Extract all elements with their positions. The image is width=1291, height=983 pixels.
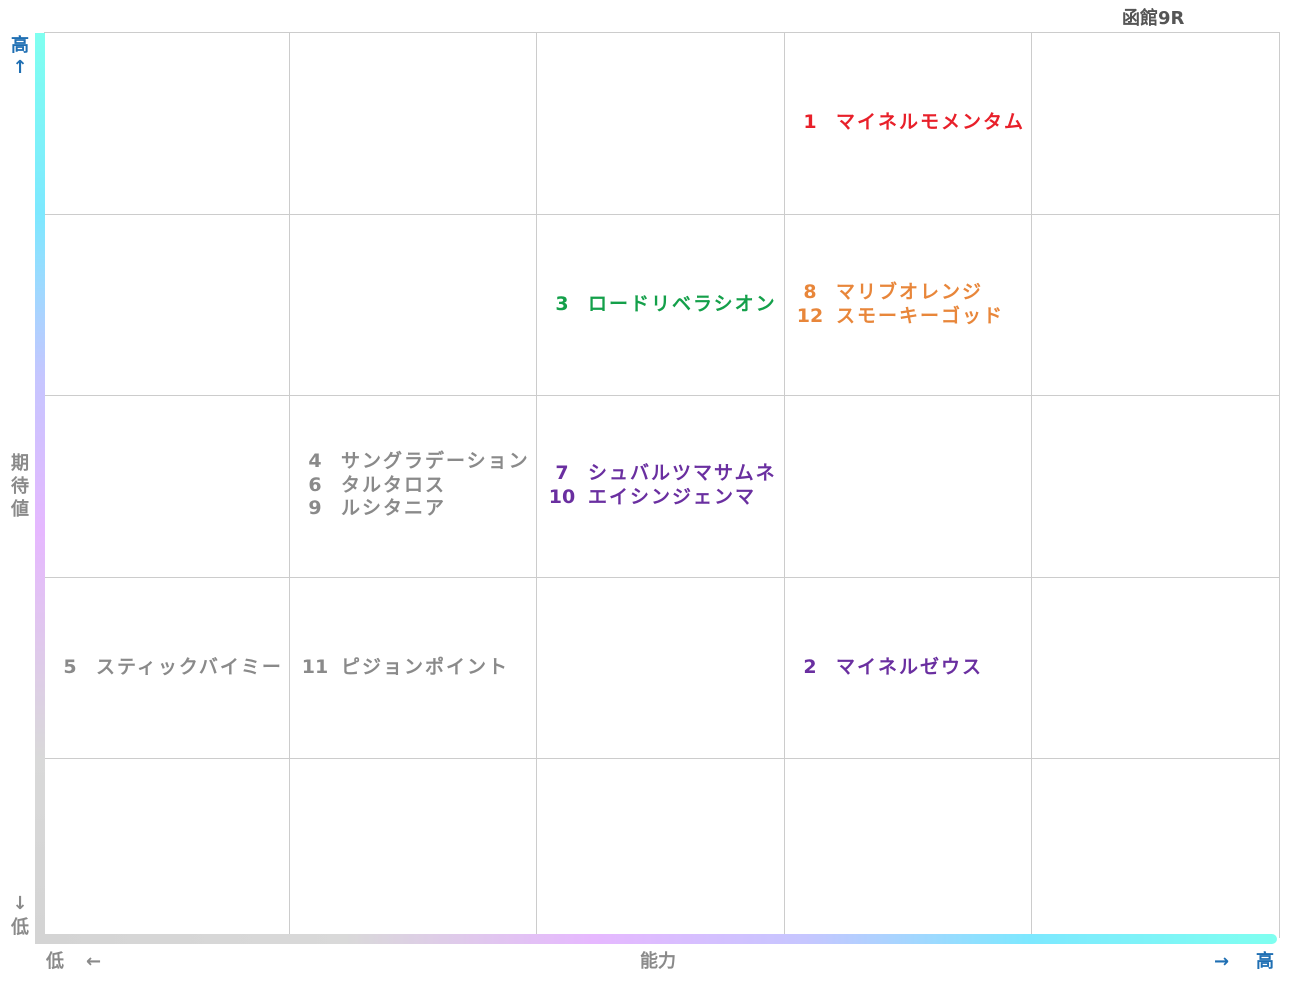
- x-axis-low-label: 低: [46, 951, 64, 972]
- grid-line-vertical: [536, 33, 537, 938]
- horse-name: ルシタニア: [341, 497, 447, 520]
- horse-name: エイシンジェンマ: [588, 485, 757, 508]
- horse-entry: 10 エイシンジェンマ: [546, 486, 777, 510]
- grid-line-vertical: [289, 33, 290, 938]
- cell-horse-list: 3 ロードリベラシオン: [546, 293, 777, 317]
- cell-horse-list: 1 マイネルモメンタム: [794, 111, 1025, 135]
- horse-number: 2: [803, 655, 817, 678]
- cell-horse-list: 11 ピジョンポイント: [299, 656, 509, 680]
- horse-number: 11: [301, 655, 329, 678]
- horse-entry: 5 スティックバイミー: [54, 656, 283, 680]
- horse-name: サングラデーション: [341, 450, 530, 473]
- x-axis-left-arrow: ←: [86, 951, 102, 972]
- horse-entry: 4 サングラデーション: [299, 450, 530, 474]
- cell-horse-list: 7 シュバルツマサムネ 10 エイシンジェンマ: [546, 462, 777, 509]
- y-axis-label-char: 値: [11, 499, 29, 520]
- horse-entry: 2 マイネルゼウス: [794, 656, 983, 680]
- horse-name: マリブオレンジ: [836, 281, 984, 303]
- cell-horse-list: 2 マイネルゼウス: [794, 656, 983, 680]
- grid-line-horizontal: [44, 577, 1279, 578]
- horse-name: スティックバイミー: [96, 655, 283, 678]
- y-axis-down-arrow: ↓: [12, 893, 28, 914]
- cell-horse-list: 4 サングラデーション 6 タルタロス 9 ルシタニア: [299, 450, 530, 521]
- horse-entry: 12 スモーキーゴッド: [794, 305, 1004, 329]
- horse-name: マイネルモメンタム: [836, 110, 1026, 133]
- grid-line-horizontal: [44, 395, 1279, 396]
- horse-name: タルタロス: [341, 473, 447, 496]
- horse-entry: 9 ルシタニア: [299, 497, 530, 521]
- cell-horse-list: 8 マリブオレンジ 12 スモーキーゴッド: [794, 281, 1004, 328]
- y-axis-bar: [35, 33, 45, 940]
- x-axis-label: 能力: [640, 951, 676, 972]
- y-axis-label-char: 期: [11, 453, 29, 474]
- chart-title: 函館9R: [1122, 8, 1185, 29]
- horse-number: 12: [796, 304, 824, 327]
- horse-name: シュバルツマサムネ: [588, 462, 777, 484]
- x-axis-high-label: 高: [1256, 951, 1274, 972]
- horse-number: 7: [555, 462, 569, 484]
- horse-number: 9: [308, 497, 322, 520]
- y-axis-label-char: 待: [11, 476, 29, 497]
- horse-name: スモーキーゴッド: [836, 304, 1005, 327]
- horse-name: ピジョンポイント: [341, 655, 510, 678]
- horse-number: 1: [803, 110, 817, 133]
- horse-number: 5: [63, 655, 77, 678]
- horse-number: 6: [308, 473, 322, 496]
- horse-name: ロードリベラシオン: [588, 292, 777, 315]
- horse-entry: 1 マイネルモメンタム: [794, 111, 1025, 135]
- y-axis-low-label: 低: [11, 917, 29, 938]
- horse-number: 10: [548, 485, 576, 508]
- grid-line-horizontal: [44, 214, 1279, 215]
- horse-number: 4: [308, 450, 322, 473]
- horse-entry: 3 ロードリベラシオン: [546, 293, 777, 317]
- horse-number: 3: [555, 292, 569, 315]
- grid-line-vertical: [1031, 33, 1032, 938]
- x-axis-bar: [35, 934, 1277, 944]
- horse-entry: 8 マリブオレンジ: [794, 281, 1004, 305]
- y-axis-high-label: 高: [11, 35, 29, 56]
- horse-entry: 7 シュバルツマサムネ: [546, 462, 777, 486]
- y-axis-up-arrow: ↑: [12, 57, 28, 78]
- horse-entry: 11 ピジョンポイント: [299, 656, 509, 680]
- x-axis-right-arrow: →: [1214, 951, 1230, 972]
- grid-line-horizontal: [44, 758, 1279, 759]
- grid-line-vertical: [784, 33, 785, 938]
- horse-entry: 6 タルタロス: [299, 474, 530, 498]
- horse-name: マイネルゼウス: [836, 655, 984, 678]
- cell-horse-list: 5 スティックバイミー: [54, 656, 283, 680]
- horse-number: 8: [803, 281, 817, 303]
